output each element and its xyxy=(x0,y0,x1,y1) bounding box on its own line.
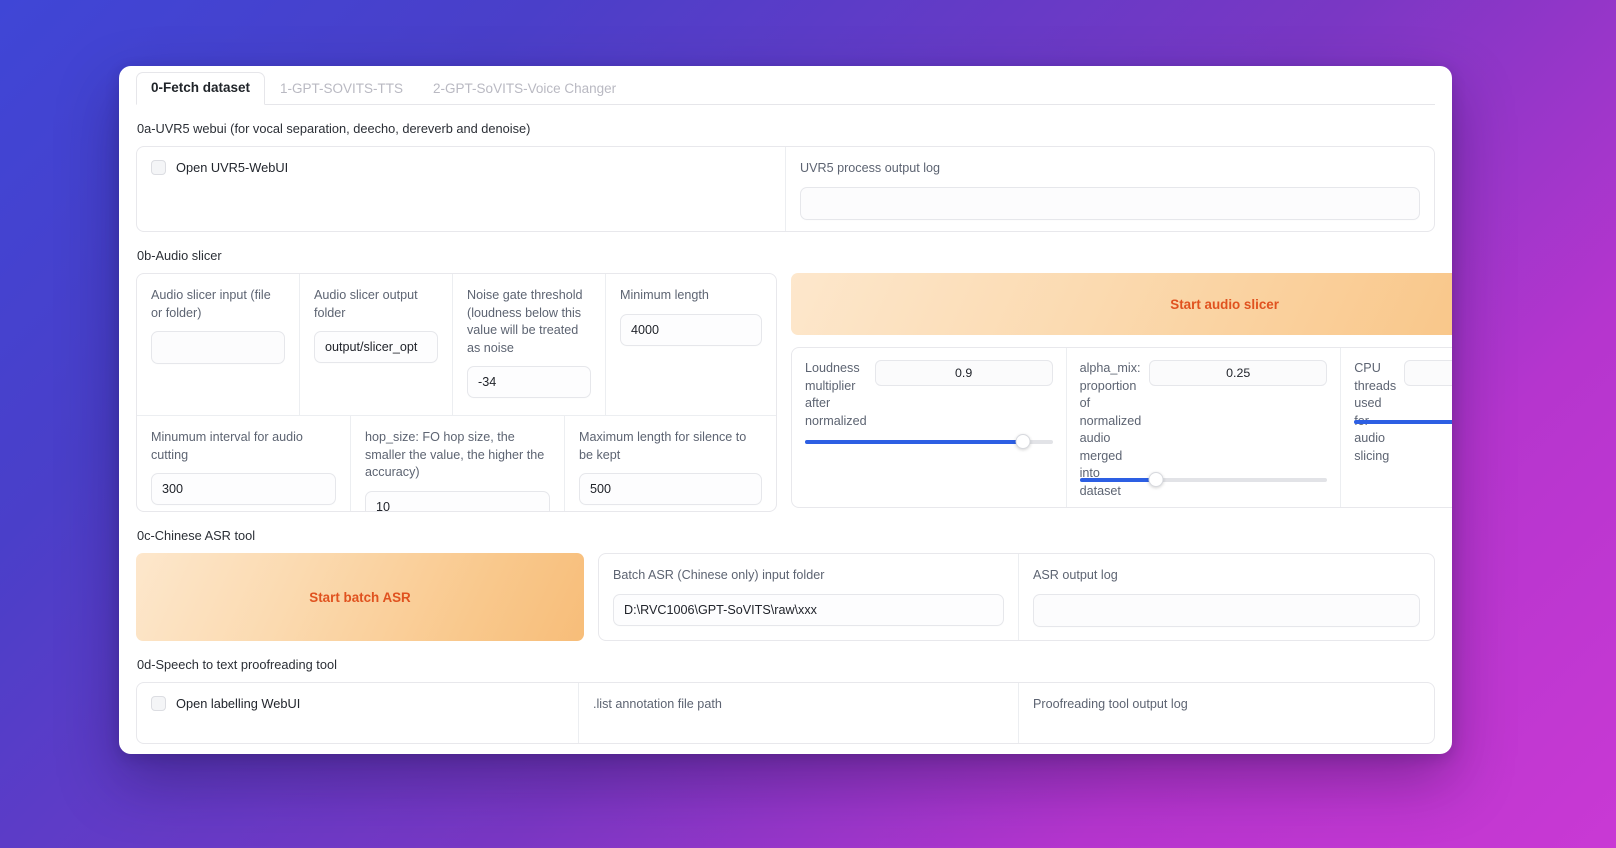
alpha-mix-slider-fill xyxy=(1079,478,1157,482)
cpu-threads-column: CPU threads used for audio slicing xyxy=(1340,348,1452,507)
loudness-value-input[interactable] xyxy=(874,360,1053,386)
max-silence-field[interactable] xyxy=(579,473,762,505)
minimum-length-column: Minimum length xyxy=(605,274,776,415)
asr-section: Start batch ASR Batch ASR (Chinese only)… xyxy=(136,553,1435,641)
proofreading-panel: Open labelling WebUI .list annotation fi… xyxy=(136,682,1435,744)
browser-window: 0-Fetch dataset 1-GPT-SOVITS-TTS 2-GPT-S… xyxy=(119,66,1452,754)
page-scroll-area[interactable]: 0-Fetch dataset 1-GPT-SOVITS-TTS 2-GPT-S… xyxy=(119,66,1452,754)
open-labelling-webui-label: Open labelling WebUI xyxy=(176,696,301,711)
start-audio-slicer-button[interactable]: Start audio slicer xyxy=(791,273,1452,335)
section-title-uvr5: 0a-UVR5 webui (for vocal separation, dee… xyxy=(137,121,531,136)
asr-input-field[interactable] xyxy=(613,593,1004,626)
slicer-param-row-1: Audio slicer input (file or folder) Audi… xyxy=(137,274,776,415)
list-annotation-path-label: .list annotation file path xyxy=(593,697,722,711)
alpha-mix-slider[interactable] xyxy=(1079,472,1328,488)
slicer-output-column: Audio slicer output folder xyxy=(299,274,452,415)
uvr5-log-input[interactable] xyxy=(800,186,1420,220)
min-interval-field[interactable] xyxy=(151,473,336,505)
asr-panel: Batch ASR (Chinese only) input folder AS… xyxy=(598,553,1435,641)
open-uvr5-webui-row[interactable]: Open UVR5-WebUI xyxy=(151,160,771,175)
min-interval-label: Minumum interval for audio cutting xyxy=(151,430,303,462)
asr-input-column: Batch ASR (Chinese only) input folder xyxy=(599,554,1018,640)
loudness-multiplier-column: Loudness multiplier after normalized xyxy=(792,348,1066,507)
asr-log-label: ASR output log xyxy=(1033,568,1118,582)
section-title-asr: 0c-Chinese ASR tool xyxy=(137,528,256,543)
open-uvr5-webui-label: Open UVR5-WebUI xyxy=(176,160,289,175)
slicer-param-row-2: Minumum interval for audio cutting hop_s… xyxy=(137,415,776,511)
loudness-slider[interactable] xyxy=(805,434,1053,450)
alpha-mix-value-input[interactable] xyxy=(1149,360,1328,386)
slicer-action-column: Start audio slicer Loudness multiplier a… xyxy=(791,273,1452,508)
open-labelling-webui-checkbox[interactable] xyxy=(151,696,166,711)
slicer-parameter-grid: Audio slicer input (file or folder) Audi… xyxy=(136,273,777,512)
alpha-mix-slider-thumb[interactable] xyxy=(1148,472,1164,487)
proofreading-log-column: Proofreading tool output log xyxy=(1018,683,1434,743)
slicer-output-field[interactable] xyxy=(314,331,438,363)
list-annotation-path-column: .list annotation file path xyxy=(578,683,1018,743)
section-title-proofreading: 0d-Speech to text proofreading tool xyxy=(137,657,337,672)
open-labelling-webui-row[interactable]: Open labelling WebUI xyxy=(151,696,564,711)
slicer-output-label: Audio slicer output folder xyxy=(314,288,418,320)
tab-bar: 0-Fetch dataset 1-GPT-SOVITS-TTS 2-GPT-S… xyxy=(136,71,1435,105)
open-labelling-column: Open labelling WebUI xyxy=(137,683,578,743)
uvr5-panel: Open UVR5-WebUI UVR5 process output log xyxy=(136,146,1435,232)
audio-slicer-section: Audio slicer input (file or folder) Audi… xyxy=(136,273,1452,512)
alpha-mix-column: alpha_mix: proportion of normalized audi… xyxy=(1065,348,1341,507)
noise-gate-label: Noise gate threshold (loudness below thi… xyxy=(467,288,583,355)
asr-log-column: ASR output log xyxy=(1018,554,1434,640)
loudness-header: Loudness multiplier after normalized xyxy=(805,360,1053,430)
asr-input-label: Batch ASR (Chinese only) input folder xyxy=(613,568,825,582)
loudness-slider-fill xyxy=(805,440,1023,444)
cpu-threads-label: CPU threads used for audio slicing xyxy=(1354,361,1397,463)
proofreading-log-label: Proofreading tool output log xyxy=(1033,697,1188,711)
noise-gate-column: Noise gate threshold (loudness below thi… xyxy=(452,274,605,415)
min-interval-column: Minumum interval for audio cutting xyxy=(137,416,350,511)
slicer-input-label: Audio slicer input (file or folder) xyxy=(151,288,271,320)
minimum-length-field[interactable] xyxy=(620,313,762,346)
tab-gpt-sovits-voice-changer[interactable]: 2-GPT-SoVITS-Voice Changer xyxy=(418,73,631,105)
asr-log-input[interactable] xyxy=(1033,593,1420,627)
cpu-threads-slider[interactable] xyxy=(1354,414,1452,430)
cpu-threads-value-input[interactable] xyxy=(1404,360,1452,386)
hop-size-field[interactable] xyxy=(365,490,550,511)
uvr5-log-label: UVR5 process output log xyxy=(800,161,941,175)
loudness-label: Loudness multiplier after normalized xyxy=(805,361,867,428)
loudness-slider-thumb[interactable] xyxy=(1015,434,1031,449)
slicer-input-field[interactable] xyxy=(151,331,285,364)
hop-size-label: hop_size: FO hop size, the smaller the v… xyxy=(365,430,545,479)
cpu-threads-slider-fill xyxy=(1354,420,1452,424)
slicer-slider-panel: Loudness multiplier after normalized alp… xyxy=(791,347,1452,508)
slicer-input-column: Audio slicer input (file or folder) xyxy=(137,274,299,415)
cpu-threads-header: CPU threads used for audio slicing xyxy=(1354,360,1452,465)
hop-size-column: hop_size: FO hop size, the smaller the v… xyxy=(350,416,564,511)
asr-button-box: Start batch ASR xyxy=(136,553,584,641)
uvr5-open-column: Open UVR5-WebUI xyxy=(137,147,785,231)
minimum-length-label: Minimum length xyxy=(620,288,709,302)
max-silence-label: Maximum length for silence to be kept xyxy=(579,430,747,462)
uvr5-log-column: UVR5 process output log xyxy=(785,147,1434,231)
max-silence-column: Maximum length for silence to be kept xyxy=(564,416,776,511)
noise-gate-field[interactable] xyxy=(467,366,591,398)
tab-fetch-dataset[interactable]: 0-Fetch dataset xyxy=(136,72,266,105)
open-uvr5-webui-checkbox[interactable] xyxy=(151,160,166,175)
section-title-audio-slicer: 0b-Audio slicer xyxy=(137,248,222,263)
start-batch-asr-button[interactable]: Start batch ASR xyxy=(136,553,584,641)
tab-gpt-sovits-tts[interactable]: 1-GPT-SOVITS-TTS xyxy=(265,73,418,105)
